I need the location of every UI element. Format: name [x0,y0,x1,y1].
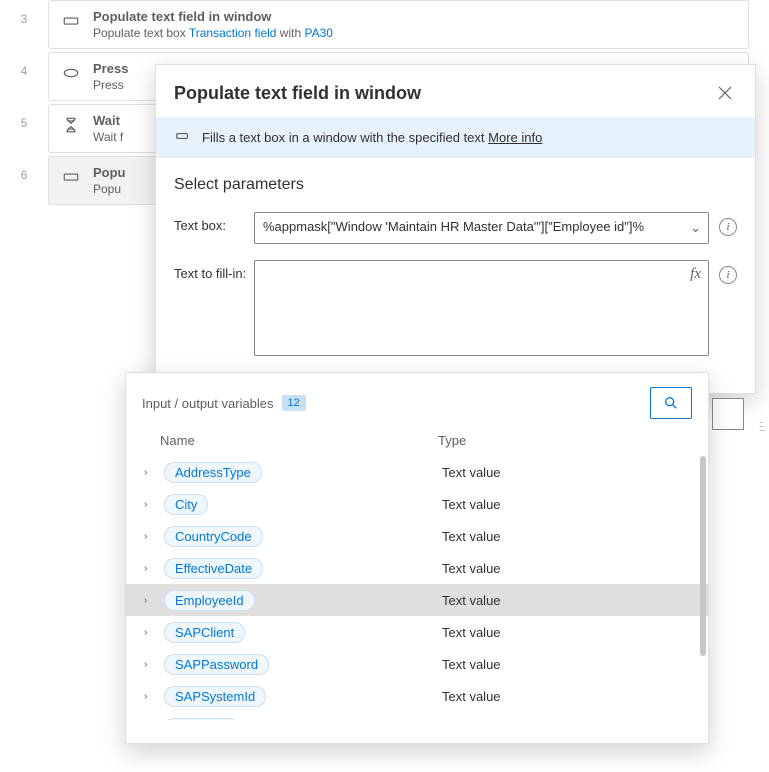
modal-title: Populate text field in window [174,83,421,104]
variable-name: SAPPassword [164,654,269,675]
variable-row[interactable]: › AddressType Text value [126,456,708,488]
variable-row[interactable]: › SAPSystemId Text value [126,680,708,712]
textbox-icon [174,129,190,146]
fx-icon[interactable]: fx [690,266,701,283]
vars-panel-title: Input / output variables 12 [142,395,306,411]
scrollbar[interactable] [698,456,708,720]
step-title: Populate text field in window [93,9,738,24]
variable-type: Text value [442,465,692,480]
step-number: 6 [0,156,48,182]
textbox-icon [59,11,83,31]
info-bar: Fills a text box in a window with the sp… [156,117,755,158]
step-number: 5 [0,104,48,130]
vars-list[interactable]: › AddressType Text value › City Text value › Co… [126,456,708,720]
textbox-label: Text box: [174,212,254,233]
variable-name: CountryCode [164,526,263,547]
chevron-right-icon: › [144,691,160,702]
action-modal: Populate text field in window Fills a te… [155,64,756,394]
chevron-right-icon: › [144,499,160,510]
side-button[interactable] [712,398,744,430]
textbox-select[interactable]: %appmask["Window 'Maintain HR Master Dat… [254,212,709,244]
close-button[interactable] [713,81,737,105]
variable-name: EmployeeId [164,590,255,611]
variable-name: City [164,494,208,515]
variable-row[interactable]: › City Text value [126,488,708,520]
variable-row[interactable]: › CountryCode Text value [126,520,708,552]
text-to-fill-input[interactable] [254,260,709,356]
flow-step[interactable]: 3 Populate text field in window Populate… [0,0,749,52]
step-subtitle: Populate text box Transaction field with… [93,26,738,40]
chevron-right-icon: › [144,467,160,478]
search-button[interactable] [650,387,692,419]
variable-type: Text value [442,529,692,544]
variable-type: Text value [442,625,692,640]
variable-row[interactable]: › SAPClient Text value [126,616,708,648]
variable-name: SAPUser [164,718,239,721]
variable-row[interactable]: › SAPPassword Text value [126,648,708,680]
step-number: 3 [0,0,48,26]
variable-row[interactable]: › EmployeeId Text value [126,584,708,616]
variable-name: EffectiveDate [164,558,263,579]
chevron-right-icon: › [144,659,160,670]
variable-row[interactable]: › EffectiveDate Text value [126,552,708,584]
chevron-right-icon: › [144,595,160,606]
variable-name: AddressType [164,462,262,483]
info-icon[interactable]: i [719,266,737,284]
params-heading: Select parameters [174,176,737,194]
step-number: 4 [0,52,48,78]
textbox-icon [59,167,83,187]
variable-type: Text value [442,689,692,704]
variable-type: Text value [442,497,692,512]
chevron-right-icon: › [144,531,160,542]
fillin-label: Text to fill-in: [174,260,254,281]
variable-row[interactable]: ›SAPUserText value [126,712,708,720]
variable-name: SAPSystemId [164,686,266,707]
variables-panel: Input / output variables 12 Name Type › A… [125,372,709,744]
variable-name: SAPClient [164,622,245,643]
chevron-right-icon: › [144,627,160,638]
variable-type: Text value [442,593,692,608]
vars-column-headers: Name Type [126,419,708,456]
resize-grip-icon: ......... [759,418,765,430]
hourglass-icon [59,115,83,135]
variable-type: Text value [442,657,692,672]
vars-count-badge: 12 [282,395,306,411]
more-info-link[interactable]: More info [488,130,542,145]
variable-type: Text value [442,561,692,576]
info-icon[interactable]: i [719,218,737,236]
keyboard-icon [59,63,83,83]
search-icon [663,395,679,411]
close-icon [718,86,732,100]
chevron-right-icon: › [144,563,160,574]
